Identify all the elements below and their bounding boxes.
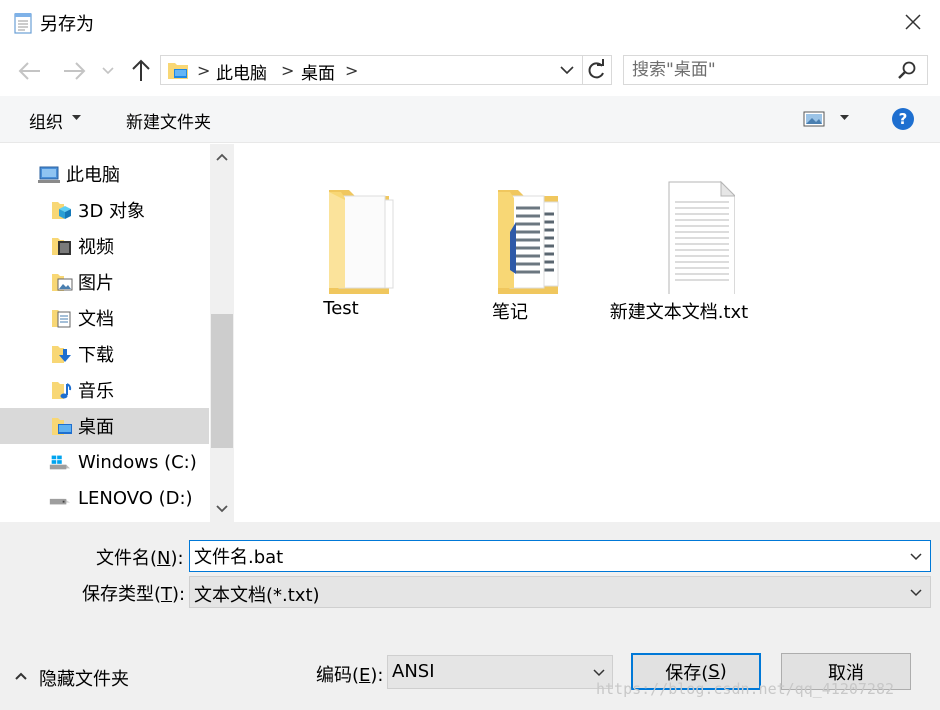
- hide-folders-label: 隐藏文件夹: [39, 669, 129, 690]
- breadcrumb-separator[interactable]: >: [281, 61, 294, 80]
- file-item-test-folder[interactable]: Test: [261, 144, 421, 334]
- scroll-down-button[interactable]: [210, 496, 234, 522]
- pictures-icon: [52, 274, 73, 291]
- dropdown-arrow-icon[interactable]: [72, 115, 81, 121]
- search-icon[interactable]: [896, 60, 918, 82]
- help-icon[interactable]: ?: [891, 107, 915, 131]
- chevron-down-icon: [216, 505, 228, 513]
- title-bar: 另存为: [0, 0, 940, 46]
- filetype-select[interactable]: 文本文档(*.txt): [189, 576, 931, 608]
- nav-item-music[interactable]: 音乐: [0, 372, 209, 408]
- file-list: Test 笔记 新建文本文档.txt: [236, 144, 940, 522]
- documents-icon: [52, 310, 71, 328]
- navigation-pane: 此电脑 3D 对象 视频 图片 文档 下载 音乐 桌面 Windows (C:)…: [0, 144, 236, 522]
- nav-scrollbar[interactable]: [210, 144, 234, 522]
- chevron-down-icon[interactable]: [557, 60, 577, 80]
- nav-item-drive-c[interactable]: Windows (C:): [0, 444, 209, 480]
- encoding-select[interactable]: ANSI: [387, 655, 613, 689]
- desktop-icon: [52, 418, 72, 435]
- breadcrumb-desktop[interactable]: 桌面: [301, 59, 335, 84]
- filetype-value: 文本文档(*.txt): [194, 585, 320, 606]
- computer-icon: [38, 166, 60, 183]
- chevron-up-icon: [216, 153, 228, 161]
- file-item-notes-folder[interactable]: 笔记: [430, 144, 590, 334]
- nav-item-pictures[interactable]: 图片: [0, 264, 209, 300]
- nav-item-this-pc[interactable]: 此电脑: [0, 156, 209, 192]
- folder-with-documents-icon: [498, 190, 559, 294]
- chevron-down-icon[interactable]: [908, 584, 924, 600]
- up-arrow-icon[interactable]: [128, 56, 154, 84]
- organize-button[interactable]: 组织: [29, 108, 63, 133]
- nav-label: 文档: [78, 309, 114, 330]
- search-box[interactable]: [623, 55, 928, 85]
- breadcrumb-this-pc[interactable]: 此电脑: [216, 59, 267, 84]
- nav-item-documents[interactable]: 文档: [0, 300, 209, 336]
- close-button[interactable]: [890, 4, 936, 40]
- videos-icon: [52, 238, 71, 255]
- command-toolbar: 组织 新建文件夹 ?: [0, 96, 940, 143]
- svg-text:?: ?: [899, 110, 908, 128]
- breadcrumb-separator[interactable]: >: [197, 61, 210, 80]
- nav-item-drive-d[interactable]: LENOVO (D:): [0, 480, 209, 516]
- desktop-folder-icon: [168, 63, 188, 79]
- window-title: 另存为: [40, 14, 94, 35]
- close-icon: [905, 14, 921, 30]
- encoding-value: ANSI: [392, 661, 435, 682]
- back-arrow-icon[interactable]: [14, 58, 44, 84]
- new-folder-button[interactable]: 新建文件夹: [126, 108, 211, 133]
- nav-item-3d-objects[interactable]: 3D 对象: [0, 192, 209, 228]
- filename-label: 文件名(N):: [96, 548, 184, 569]
- nav-label: 此电脑: [66, 165, 120, 186]
- chevron-down-icon[interactable]: [591, 664, 607, 680]
- address-bar[interactable]: > 此电脑 > 桌面 >: [160, 55, 583, 85]
- folder-icon: [329, 190, 394, 294]
- chevron-up-icon: [15, 672, 27, 680]
- dropdown-arrow-icon[interactable]: [840, 115, 849, 121]
- scrollbar-thumb[interactable]: [211, 314, 233, 448]
- downloads-icon: [52, 346, 71, 363]
- file-item-new-text-document[interactable]: 新建文本文档.txt: [599, 144, 759, 334]
- filename-input[interactable]: [194, 544, 894, 568]
- filetype-label: 保存类型(T):: [82, 584, 186, 605]
- music-icon: [52, 382, 72, 399]
- text-file-icon: [668, 180, 735, 294]
- nav-label: 桌面: [78, 417, 114, 438]
- refresh-button[interactable]: [583, 55, 612, 85]
- save-options-panel: 文件名(N): 保存类型(T): 文本文档(*.txt) 隐藏文件夹 编码(E)…: [0, 522, 940, 710]
- nav-label: LENOVO (D:): [78, 487, 193, 509]
- nav-item-desktop[interactable]: 桌面: [0, 408, 209, 444]
- nav-label: 图片: [78, 273, 114, 294]
- nav-label: Windows (C:): [78, 451, 197, 473]
- 3d-objects-icon: [52, 202, 71, 219]
- nav-label: 下载: [78, 345, 114, 366]
- encoding-label: 编码(E):: [316, 665, 384, 686]
- filename-combobox[interactable]: [189, 540, 931, 572]
- recent-locations-chevron-icon[interactable]: [100, 62, 116, 78]
- file-name: 新建文本文档.txt: [609, 302, 749, 323]
- view-options-icon[interactable]: [803, 108, 827, 130]
- nav-item-downloads[interactable]: 下载: [0, 336, 209, 372]
- nav-label: 音乐: [78, 381, 114, 402]
- nav-label: 3D 对象: [78, 201, 146, 222]
- scroll-up-button[interactable]: [210, 144, 234, 170]
- watermark-text: https://blog.csdn.net/qq_41207282: [596, 680, 895, 698]
- drive-d-icon: [49, 498, 70, 505]
- search-input[interactable]: [632, 59, 892, 81]
- forward-arrow-icon[interactable]: [60, 58, 90, 84]
- nav-label: 视频: [78, 237, 114, 258]
- chevron-down-icon[interactable]: [908, 548, 924, 564]
- breadcrumb-separator[interactable]: >: [345, 61, 358, 80]
- drive-c-icon: [49, 455, 70, 470]
- refresh-icon: [588, 59, 604, 79]
- nav-item-videos[interactable]: 视频: [0, 228, 209, 264]
- notepad-icon: [14, 13, 32, 34]
